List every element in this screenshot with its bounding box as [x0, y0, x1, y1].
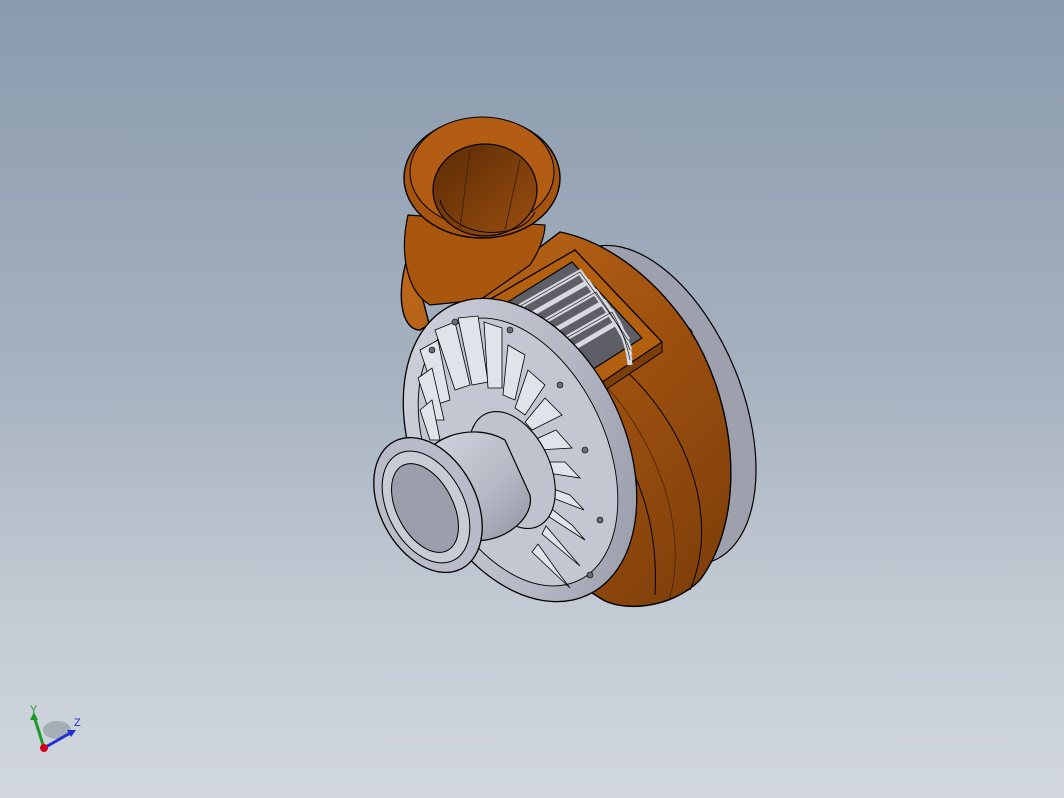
graphics-viewport[interactable]: Y Z: [0, 0, 1064, 798]
z-axis-label: Z: [74, 717, 81, 729]
x-axis-origin: [40, 744, 48, 752]
y-axis-line: [32, 715, 46, 749]
blower-model[interactable]: [0, 0, 1064, 798]
coordinate-triad: Y Z: [30, 704, 81, 752]
y-axis-label: Y: [30, 704, 38, 716]
outlet-bore: [432, 143, 538, 237]
